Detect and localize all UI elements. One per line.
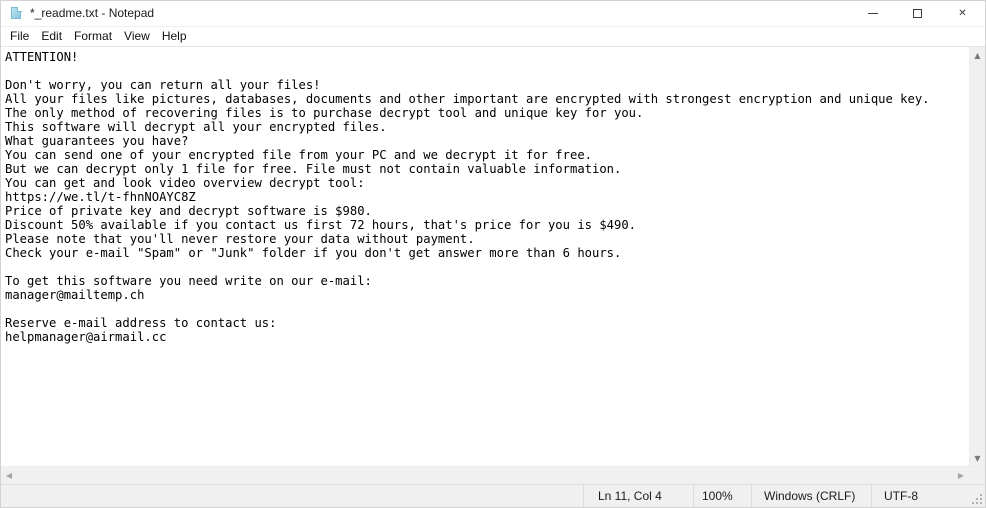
- menu-item-file[interactable]: File: [4, 28, 35, 45]
- document-line: This software will decrypt all your encr…: [5, 120, 969, 134]
- document-line: manager@mailtemp.ch: [5, 288, 969, 302]
- text-editor[interactable]: ATTENTION! Don't worry, you can return a…: [1, 47, 969, 466]
- document-line: ATTENTION!: [5, 50, 969, 64]
- status-encoding: UTF-8: [871, 485, 969, 507]
- document-line: Price of private key and decrypt softwar…: [5, 204, 969, 218]
- scroll-left-arrow-icon[interactable]: ◀: [1, 467, 17, 484]
- status-line-ending: Windows (CRLF): [751, 485, 871, 507]
- menu-item-help[interactable]: Help: [156, 28, 193, 45]
- horizontal-scroll-track[interactable]: [17, 467, 953, 484]
- document-text: ATTENTION! Don't worry, you can return a…: [5, 50, 969, 344]
- menu-item-format[interactable]: Format: [68, 28, 118, 45]
- document-line: You can get and look video overview decr…: [5, 176, 969, 190]
- title-bar[interactable]: *_readme.txt - Notepad ✕: [1, 1, 985, 27]
- status-zoom-level: 100%: [693, 485, 751, 507]
- title-bar-left: *_readme.txt - Notepad: [1, 6, 154, 21]
- status-bar: Ln 11, Col 4 100% Windows (CRLF) UTF-8: [1, 484, 985, 507]
- window-title: *_readme.txt - Notepad: [30, 6, 154, 21]
- document-line: helpmanager@airmail.cc: [5, 330, 969, 344]
- document-line: What guarantees you have?: [5, 134, 969, 148]
- document-line: [5, 260, 969, 274]
- close-button[interactable]: ✕: [940, 1, 985, 26]
- vertical-scroll-thumb[interactable]: [970, 63, 985, 450]
- minimize-button[interactable]: [850, 1, 895, 26]
- close-icon: ✕: [958, 9, 966, 19]
- status-cursor-position: Ln 11, Col 4: [583, 485, 693, 507]
- menu-item-view[interactable]: View: [118, 28, 156, 45]
- status-bar-spacer: [1, 485, 583, 507]
- vertical-scrollbar[interactable]: ▲ ▼: [969, 47, 985, 466]
- resize-grip[interactable]: [969, 485, 985, 507]
- maximize-icon: [913, 9, 922, 18]
- vertical-scroll-track[interactable]: [970, 63, 985, 450]
- document-line: [5, 64, 969, 78]
- document-line: Please note that you'll never restore yo…: [5, 232, 969, 246]
- scrollbar-corner: [969, 467, 985, 484]
- editor-row: ATTENTION! Don't worry, you can return a…: [1, 47, 985, 466]
- horizontal-scrollbar[interactable]: ◀ ▶: [1, 466, 985, 484]
- document-line: Discount 50% available if you contact us…: [5, 218, 969, 232]
- notepad-icon: [9, 6, 24, 21]
- document-line: All your files like pictures, databases,…: [5, 92, 969, 106]
- scroll-right-arrow-icon[interactable]: ▶: [953, 467, 969, 484]
- document-line: You can send one of your encrypted file …: [5, 148, 969, 162]
- scroll-up-arrow-icon[interactable]: ▲: [970, 47, 985, 63]
- scroll-down-arrow-icon[interactable]: ▼: [970, 450, 985, 466]
- document-line: But we can decrypt only 1 file for free.…: [5, 162, 969, 176]
- document-line: Don't worry, you can return all your fil…: [5, 78, 969, 92]
- window-controls: ✕: [850, 1, 985, 26]
- document-line: To get this software you need write on o…: [5, 274, 969, 288]
- menu-item-edit[interactable]: Edit: [35, 28, 68, 45]
- document-line: https://we.tl/t-fhnNOAYC8Z: [5, 190, 969, 204]
- notepad-window: *_readme.txt - Notepad ✕ File Edit Forma…: [0, 0, 986, 508]
- menu-bar: File Edit Format View Help: [1, 27, 985, 47]
- document-line: [5, 302, 969, 316]
- document-line: Check your e-mail "Spam" or "Junk" folde…: [5, 246, 969, 260]
- minimize-icon: [868, 13, 878, 14]
- maximize-button[interactable]: [895, 1, 940, 26]
- document-line: The only method of recovering files is t…: [5, 106, 969, 120]
- document-line: Reserve e-mail address to contact us:: [5, 316, 969, 330]
